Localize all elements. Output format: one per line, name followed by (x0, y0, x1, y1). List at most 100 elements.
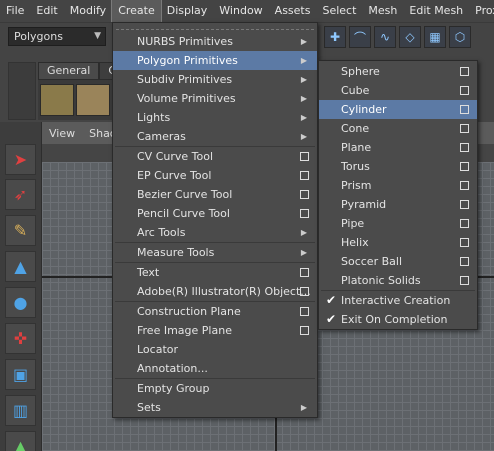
shelf-plane-icon[interactable] (40, 84, 74, 116)
submenu-arrow-icon: ▶ (300, 248, 307, 257)
menu-select[interactable]: Select (316, 0, 362, 22)
option-box-icon[interactable] (460, 143, 469, 152)
menu-assets[interactable]: Assets (269, 0, 317, 22)
tearoff-handle[interactable] (116, 23, 314, 30)
menu-item-prism[interactable]: Prism (319, 176, 477, 195)
option-box-icon[interactable] (300, 287, 309, 296)
option-box-icon[interactable] (460, 86, 469, 95)
menu-display[interactable]: Display (161, 0, 214, 22)
shelf-box-icon[interactable] (76, 84, 110, 116)
menu-proxy[interactable]: Proxy (469, 0, 494, 22)
option-box-icon[interactable] (300, 171, 309, 180)
rotate-tool-icon[interactable]: ● (5, 287, 36, 318)
menu-item-text[interactable]: Text (113, 263, 317, 282)
menu-item-subdiv-primitives[interactable]: Subdiv Primitives ▶ (113, 70, 317, 89)
option-box-icon[interactable] (460, 219, 469, 228)
menu-item-adobe-r-illustrator-r-object[interactable]: Adobe(R) Illustrator(R) Object... (113, 282, 317, 301)
snap-live-icon[interactable]: ⬡ (449, 26, 471, 48)
menu-edit-mesh[interactable]: Edit Mesh (403, 0, 469, 22)
menu-item-sphere[interactable]: Sphere (319, 62, 477, 81)
menu-edit[interactable]: Edit (30, 0, 63, 22)
option-box-icon[interactable] (300, 268, 309, 277)
manipulator-tool-icon[interactable]: ▣ (5, 359, 36, 390)
menu-mesh[interactable]: Mesh (362, 0, 403, 22)
menu-item-locator[interactable]: Locator (113, 340, 317, 359)
menu-item-cameras[interactable]: Cameras ▶ (113, 127, 317, 146)
menu-window[interactable]: Window (213, 0, 268, 22)
menu-item-helix[interactable]: Helix (319, 233, 477, 252)
snap-curve-icon[interactable]: ⌒ (349, 26, 371, 48)
menu-item-cylinder[interactable]: Cylinder (319, 100, 477, 119)
menu-item-construction-plane[interactable]: Construction Plane (113, 302, 317, 321)
menu-item-torus[interactable]: Torus (319, 157, 477, 176)
menu-item-sets[interactable]: Sets ▶ (113, 398, 317, 417)
select-tool-icon[interactable]: ➤ (5, 144, 36, 175)
menu-item-soccer-ball[interactable]: Soccer Ball (319, 252, 477, 271)
option-box-icon[interactable] (460, 276, 469, 285)
move-tool-icon[interactable]: ▲ (5, 251, 36, 282)
menu-item-bezier-curve-tool[interactable]: Bezier Curve Tool (113, 185, 317, 204)
option-box-icon[interactable] (460, 181, 469, 190)
menu-item-cone[interactable]: Cone (319, 119, 477, 138)
mode-dropdown[interactable]: Polygons ▼ (8, 27, 106, 46)
menu-item-platonic-solids[interactable]: Platonic Solids (319, 271, 477, 290)
last-tool-icon[interactable]: ▥ (5, 395, 36, 426)
menu-item-exit-on-completion[interactable]: Exit On Completion ✔ (319, 310, 477, 329)
menu-item-label: Prism (341, 179, 372, 192)
menu-item-pipe[interactable]: Pipe (319, 214, 477, 233)
menu-item-cv-curve-tool[interactable]: CV Curve Tool (113, 147, 317, 166)
menu-item-label: Soccer Ball (341, 255, 402, 268)
menu-file[interactable]: File (0, 0, 30, 22)
menu-item-empty-group[interactable]: Empty Group (113, 379, 317, 398)
toolbox: ➤ ➶ ✎ ▲ ● ✜ ▣ ▥ ▲ (0, 122, 42, 451)
menu-item-label: CV Curve Tool (137, 150, 214, 163)
shelf-handle[interactable] (8, 62, 36, 120)
paint-select-tool-icon[interactable]: ✎ (5, 215, 36, 246)
scale-tool-icon[interactable]: ✜ (5, 323, 36, 354)
menu-item-lights[interactable]: Lights ▶ (113, 108, 317, 127)
lasso-tool-icon[interactable]: ➶ (5, 179, 36, 210)
option-box-icon[interactable] (460, 105, 469, 114)
menu-item-arc-tools[interactable]: Arc Tools ▶ (113, 223, 317, 242)
menu-item-label: NURBS Primitives (137, 35, 233, 48)
option-box-icon[interactable] (300, 326, 309, 335)
submenu-arrow-icon: ▶ (300, 94, 307, 103)
menu-item-volume-primitives[interactable]: Volume Primitives ▶ (113, 89, 317, 108)
snap-point-icon[interactable]: ∿ (374, 26, 396, 48)
option-box-icon[interactable] (460, 162, 469, 171)
menu-item-label: Cameras (137, 130, 186, 143)
menu-item-pyramid[interactable]: Pyramid (319, 195, 477, 214)
option-box-icon[interactable] (460, 200, 469, 209)
more-tools-icon[interactable]: ▲ (5, 431, 36, 451)
option-box-icon[interactable] (460, 124, 469, 133)
menu-item-label: Text (137, 266, 160, 279)
shelf-tab-general[interactable]: General (38, 62, 100, 80)
menu-item-ep-curve-tool[interactable]: EP Curve Tool (113, 166, 317, 185)
polygon-primitives-submenu: Sphere Cube Cylinder Cone Plane Torus Prism Pyr… (318, 60, 478, 330)
snap-plane-icon[interactable]: ◇ (399, 26, 421, 48)
option-box-icon[interactable] (300, 190, 309, 199)
snap-surface-icon[interactable]: ▦ (424, 26, 446, 48)
menu-item-cube[interactable]: Cube (319, 81, 477, 100)
option-box-icon[interactable] (300, 307, 309, 316)
menu-item-pencil-curve-tool[interactable]: Pencil Curve Tool (113, 204, 317, 223)
polygon-primitives-items: Sphere Cube Cylinder Cone Plane Torus Prism Pyr… (319, 61, 477, 329)
option-box-icon[interactable] (460, 238, 469, 247)
menu-item-plane[interactable]: Plane (319, 138, 477, 157)
menu-item-label: Sphere (341, 65, 380, 78)
menu-item-interactive-creation[interactable]: Interactive Creation ✔ (319, 291, 477, 310)
option-box-icon[interactable] (300, 209, 309, 218)
menu-item-polygon-primitives[interactable]: Polygon Primitives ▶ (113, 51, 317, 70)
menu-item-label: Helix (341, 236, 369, 249)
menu-item-free-image-plane[interactable]: Free Image Plane (113, 321, 317, 340)
snap-grid-icon[interactable]: ✚ (324, 26, 346, 48)
menu-item-nurbs-primitives[interactable]: NURBS Primitives ▶ (113, 32, 317, 51)
option-box-icon[interactable] (460, 257, 469, 266)
menu-item-measure-tools[interactable]: Measure Tools ▶ (113, 243, 317, 262)
option-box-icon[interactable] (300, 152, 309, 161)
viewport-menu-view[interactable]: View (42, 126, 82, 142)
option-box-icon[interactable] (460, 67, 469, 76)
menu-create[interactable]: Create (111, 0, 162, 23)
menu-item-annotation[interactable]: Annotation... (113, 359, 317, 378)
menu-modify[interactable]: Modify (64, 0, 112, 22)
